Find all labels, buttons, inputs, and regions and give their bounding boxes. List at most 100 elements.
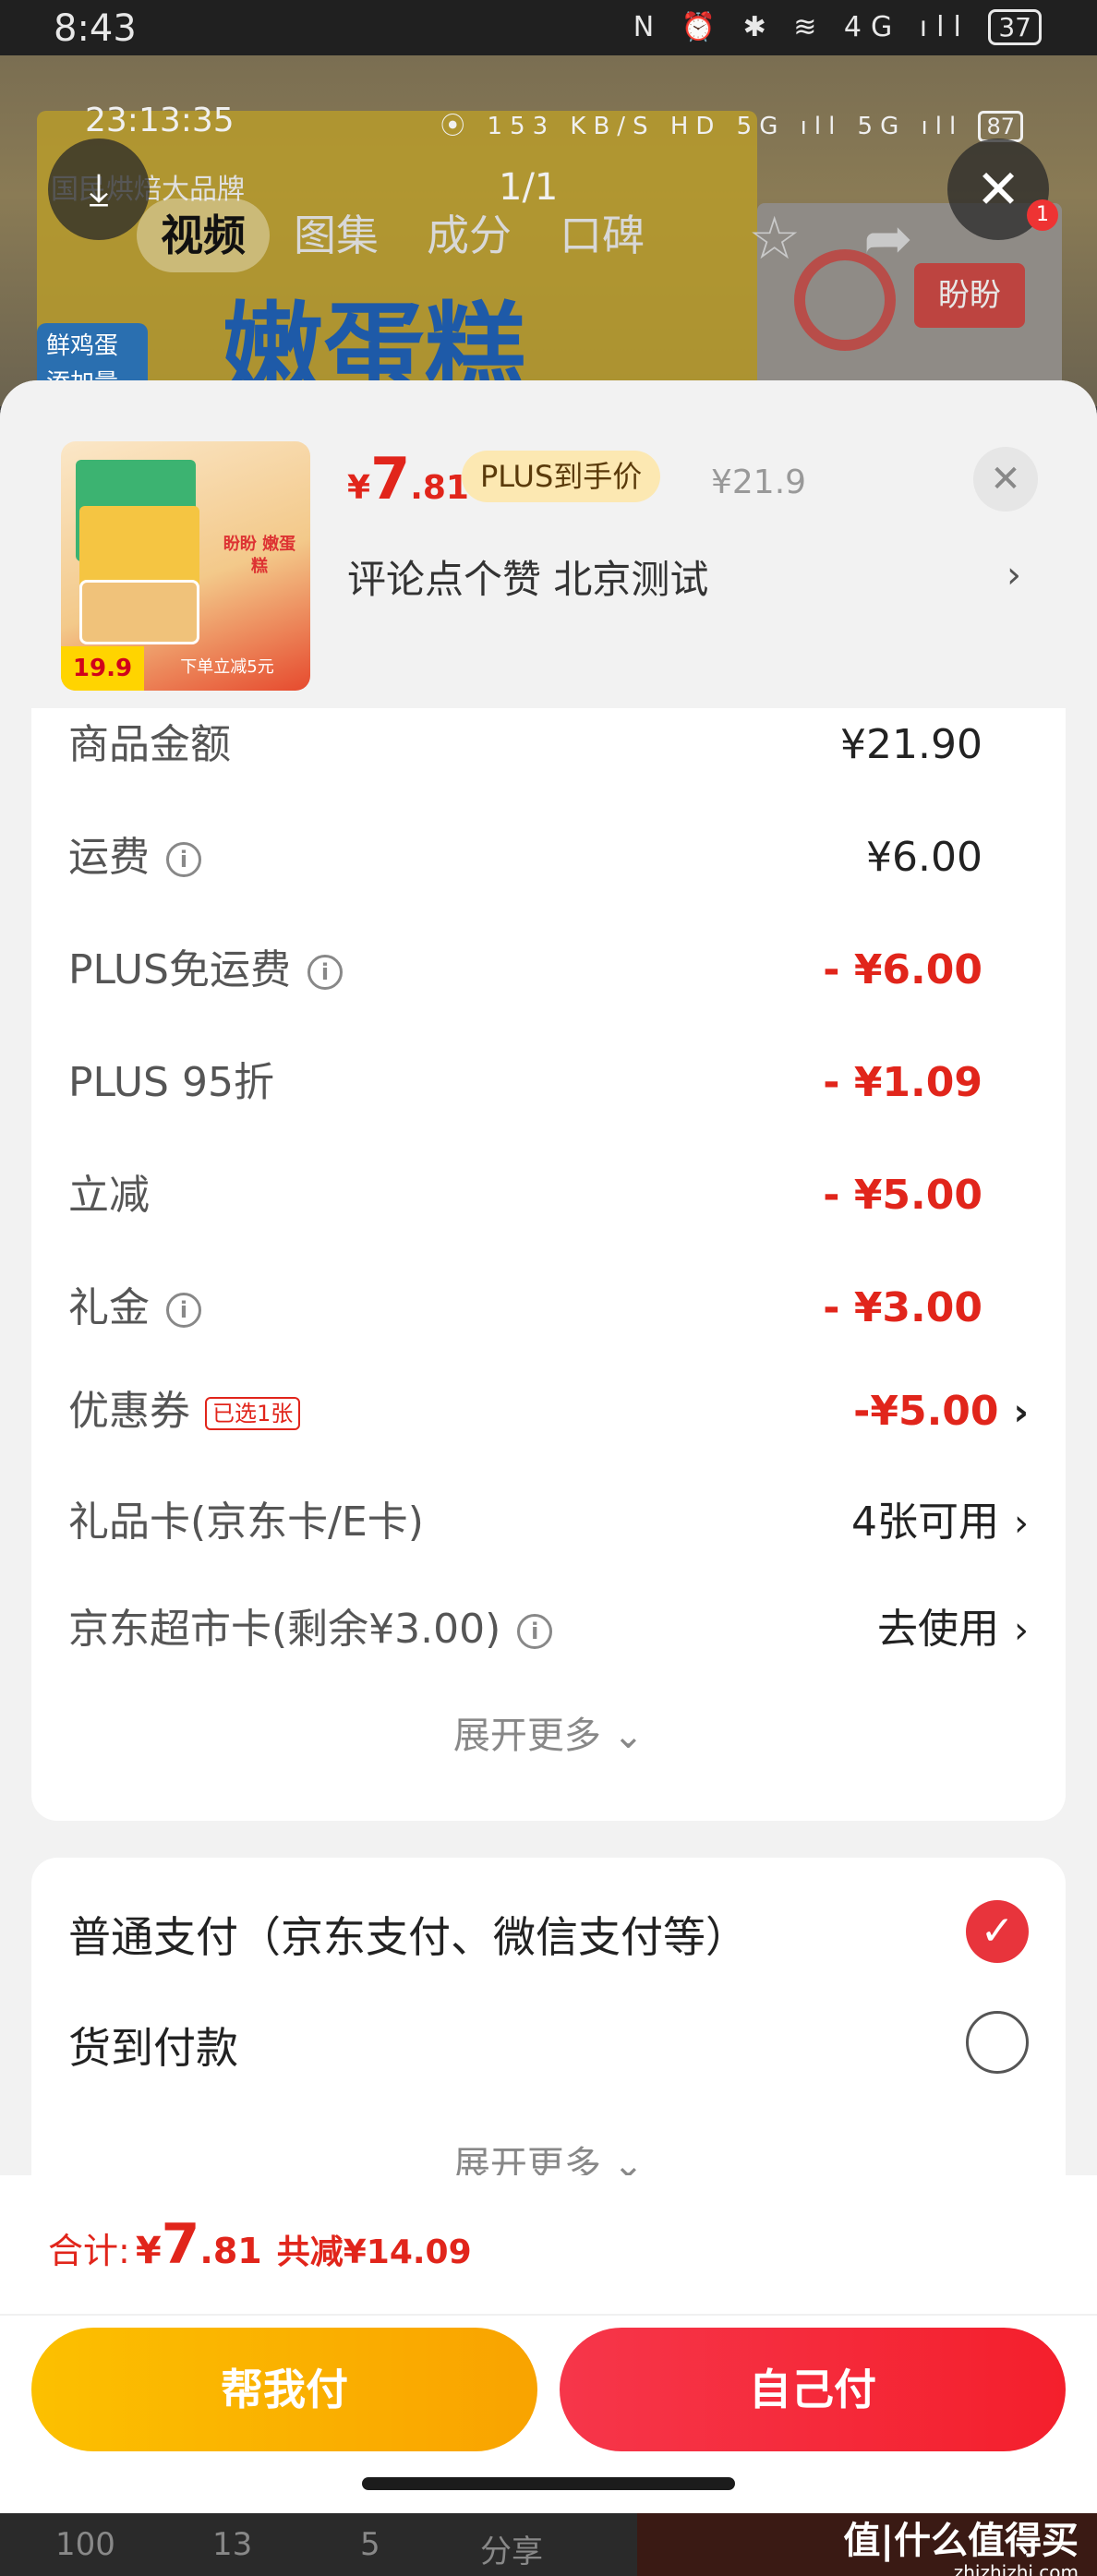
fee-label: 礼品卡(京东卡/E卡) — [68, 1499, 424, 1546]
fee-value: ¥21.90 — [840, 721, 982, 768]
inner-status-bar: 23:13:35 ⦿ 153 KB/S HD 5G ıll 5G ıll 87 — [0, 102, 1097, 148]
fee-label: 优惠券 — [68, 1388, 190, 1435]
notification-badge: 1 — [1027, 199, 1058, 231]
fee-row-gift-card[interactable]: 礼品卡(京东卡/E卡) 4张可用 › — [68, 1495, 1029, 1550]
fee-label: PLUS免运费 — [68, 946, 291, 993]
checkmark-icon[interactable]: ✓ — [966, 1900, 1029, 1963]
expand-more-label: 展开更多 — [452, 1715, 601, 1757]
thumb-cake-art — [79, 580, 199, 644]
total-integer: 7 — [161, 2212, 200, 2277]
product-price: ¥ 7 .81 — [347, 445, 469, 519]
chevron-right-icon[interactable]: › — [1007, 554, 1021, 596]
fee-row-goods: 商品金额 ¥21.90 — [68, 717, 1029, 773]
share-arrow-icon[interactable]: ➦ — [863, 205, 913, 273]
status-bar: 8:43 N ⏰ ✱ ≋ 4G ıll 37 — [0, 0, 1097, 55]
coupon-selected-tag: 已选1张 — [205, 1397, 301, 1430]
help-me-pay-button[interactable]: 帮我付 — [31, 2328, 537, 2451]
pay-myself-button[interactable]: 自己付 — [560, 2328, 1066, 2451]
price-decimal: .81 — [410, 469, 469, 507]
close-sheet-icon[interactable]: ✕ — [973, 447, 1038, 512]
watermark: 值|什么值得买 zhizhizhi.com — [843, 2522, 1079, 2576]
total-currency: ¥ — [135, 2230, 162, 2272]
fee-value-wrap: 4张可用 › — [851, 1495, 1029, 1551]
fee-label: 运费 — [68, 834, 150, 881]
thumb-price-badge: 19.9 — [61, 646, 144, 691]
fee-row-plus-discount: PLUS 95折 - ¥1.09 — [68, 1055, 1029, 1111]
fee-label: 礼金 — [68, 1284, 150, 1331]
tab-ingredients[interactable]: 成分 — [403, 199, 536, 272]
battery-icon: 37 — [988, 9, 1042, 45]
signal-icons: N ⏰ ✱ ≋ 4G ıll — [633, 11, 970, 43]
fee-row-plus-free-shipping: PLUS免运费 i - ¥6.00 — [68, 943, 1029, 998]
info-icon[interactable]: i — [517, 1614, 553, 1649]
fee-label-wrap: 运费 i — [68, 830, 201, 885]
info-icon[interactable]: i — [166, 1293, 201, 1328]
strip-share[interactable]: 分享 — [480, 2526, 543, 2571]
fee-value: - ¥5.00 — [823, 1172, 982, 1219]
tab-gallery[interactable]: 图集 — [270, 199, 403, 272]
plus-price-tag: PLUS到手价 — [462, 451, 661, 502]
fee-label: 商品金额 — [68, 721, 231, 768]
fee-row-coupon[interactable]: 优惠券 已选1张 -¥5.00 › — [68, 1384, 1029, 1439]
payment-option-cod[interactable]: 货到付款 — [68, 2005, 1029, 2079]
fee-value-wrap: -¥5.00 › — [853, 1384, 1029, 1440]
product-name[interactable]: 评论点个赞 北京测试 — [347, 548, 708, 605]
payment-option-online[interactable]: 普通支付（京东支付、微信支付等） ✓ — [68, 1895, 1029, 1968]
strip-like-count[interactable]: 100 — [55, 2526, 115, 2563]
thumb-box-art-2 — [79, 506, 199, 589]
status-time: 8:43 — [54, 7, 137, 50]
fee-value-wrap: 去使用 › — [877, 1602, 1029, 1658]
radio-empty-icon[interactable] — [966, 2011, 1029, 2074]
payment-label: 货到付款 — [68, 2023, 238, 2073]
chevron-down-icon: ⌄ — [612, 1715, 645, 1757]
strip-comment-count[interactable]: 13 — [212, 2526, 252, 2563]
product-header: 盼盼 嫩蛋糕 19.9 下单立减5元 ¥ 7 .81 PLUS到手价 ¥21.9… — [0, 380, 1097, 727]
chevron-right-icon: › — [1014, 1502, 1029, 1545]
inner-signal-icons: ⦿ 153 KB/S HD 5G ıll 5G ıll — [440, 113, 964, 140]
fee-row-shipping: 运费 i ¥6.00 — [68, 830, 1029, 885]
total-decimal: .81 — [199, 2231, 262, 2271]
home-indicator[interactable] — [362, 2477, 735, 2490]
fee-label-wrap: 优惠券 已选1张 — [68, 1384, 301, 1439]
favorite-star-icon[interactable]: ☆ — [748, 205, 801, 273]
fee-row-supermarket-card[interactable]: 京东超市卡(剩余¥3.00) i 去使用 › — [68, 1602, 1029, 1657]
fee-value: - ¥1.09 — [823, 1059, 982, 1106]
fee-value: 去使用 — [877, 1606, 999, 1653]
payment-label: 普通支付（京东支付、微信支付等） — [68, 1912, 748, 1962]
fee-label: 京东超市卡(剩余¥3.00) — [68, 1606, 501, 1653]
bg-brand-logo: 盼盼 — [914, 263, 1025, 328]
info-icon[interactable]: i — [166, 842, 201, 877]
tab-reviews[interactable]: 口碑 — [536, 199, 669, 272]
inner-status-time: 23:13:35 — [85, 102, 235, 139]
strip-fav-count[interactable]: 5 — [360, 2526, 380, 2563]
price-integer: 7 — [370, 445, 411, 512]
price-breakdown-card: 商品金额 ¥21.90 运费 i ¥6.00 PLUS免运费 i - ¥6.00 P… — [31, 708, 1066, 1821]
inner-status-icons: ⦿ 153 KB/S HD 5G ıll 5G ıll 87 — [440, 107, 1023, 142]
download-icon[interactable]: ⤓ — [48, 138, 150, 240]
thumb-label: 盼盼 嫩蛋糕 — [223, 535, 296, 576]
fee-value: - ¥3.00 — [823, 1284, 982, 1331]
expand-more-fees[interactable]: 展开更多 ⌄ — [31, 1705, 1066, 1759]
fee-row-instant-discount: 立减 - ¥5.00 — [68, 1168, 1029, 1223]
total-label: 合计: — [48, 2231, 130, 2271]
fee-value: 4张可用 — [851, 1499, 999, 1546]
chevron-right-icon: › — [1013, 1391, 1029, 1434]
media-tabs: 视频 图集 成分 口碑 — [137, 194, 669, 277]
fee-label-wrap: 京东超市卡(剩余¥3.00) i — [68, 1602, 553, 1657]
divider — [0, 2314, 1097, 2316]
info-icon[interactable]: i — [307, 955, 343, 990]
fee-value: ¥6.00 — [866, 834, 982, 881]
product-thumbnail[interactable]: 盼盼 嫩蛋糕 19.9 下单立减5元 — [61, 441, 310, 691]
fee-label: 立减 — [68, 1172, 150, 1219]
price-currency: ¥ — [347, 469, 371, 507]
thumb-promo: 下单立减5元 — [180, 657, 274, 677]
payment-method-card: 普通支付（京东支付、微信支付等） ✓ 货到付款 展开更多 ⌄ — [31, 1858, 1066, 2227]
fee-label-wrap: 礼金 i — [68, 1281, 201, 1336]
tab-video[interactable]: 视频 — [137, 199, 270, 272]
total-summary: 合计: ¥ 7 .81 共减¥14.09 — [48, 2212, 472, 2277]
checkout-footer: 合计: ¥ 7 .81 共减¥14.09 帮我付 自己付 — [0, 2175, 1097, 2513]
fee-value: - ¥6.00 — [823, 946, 982, 993]
chevron-right-icon: › — [1014, 1609, 1029, 1652]
fee-row-gift-money: 礼金 i - ¥3.00 — [68, 1281, 1029, 1336]
original-price: ¥21.9 — [711, 463, 807, 501]
